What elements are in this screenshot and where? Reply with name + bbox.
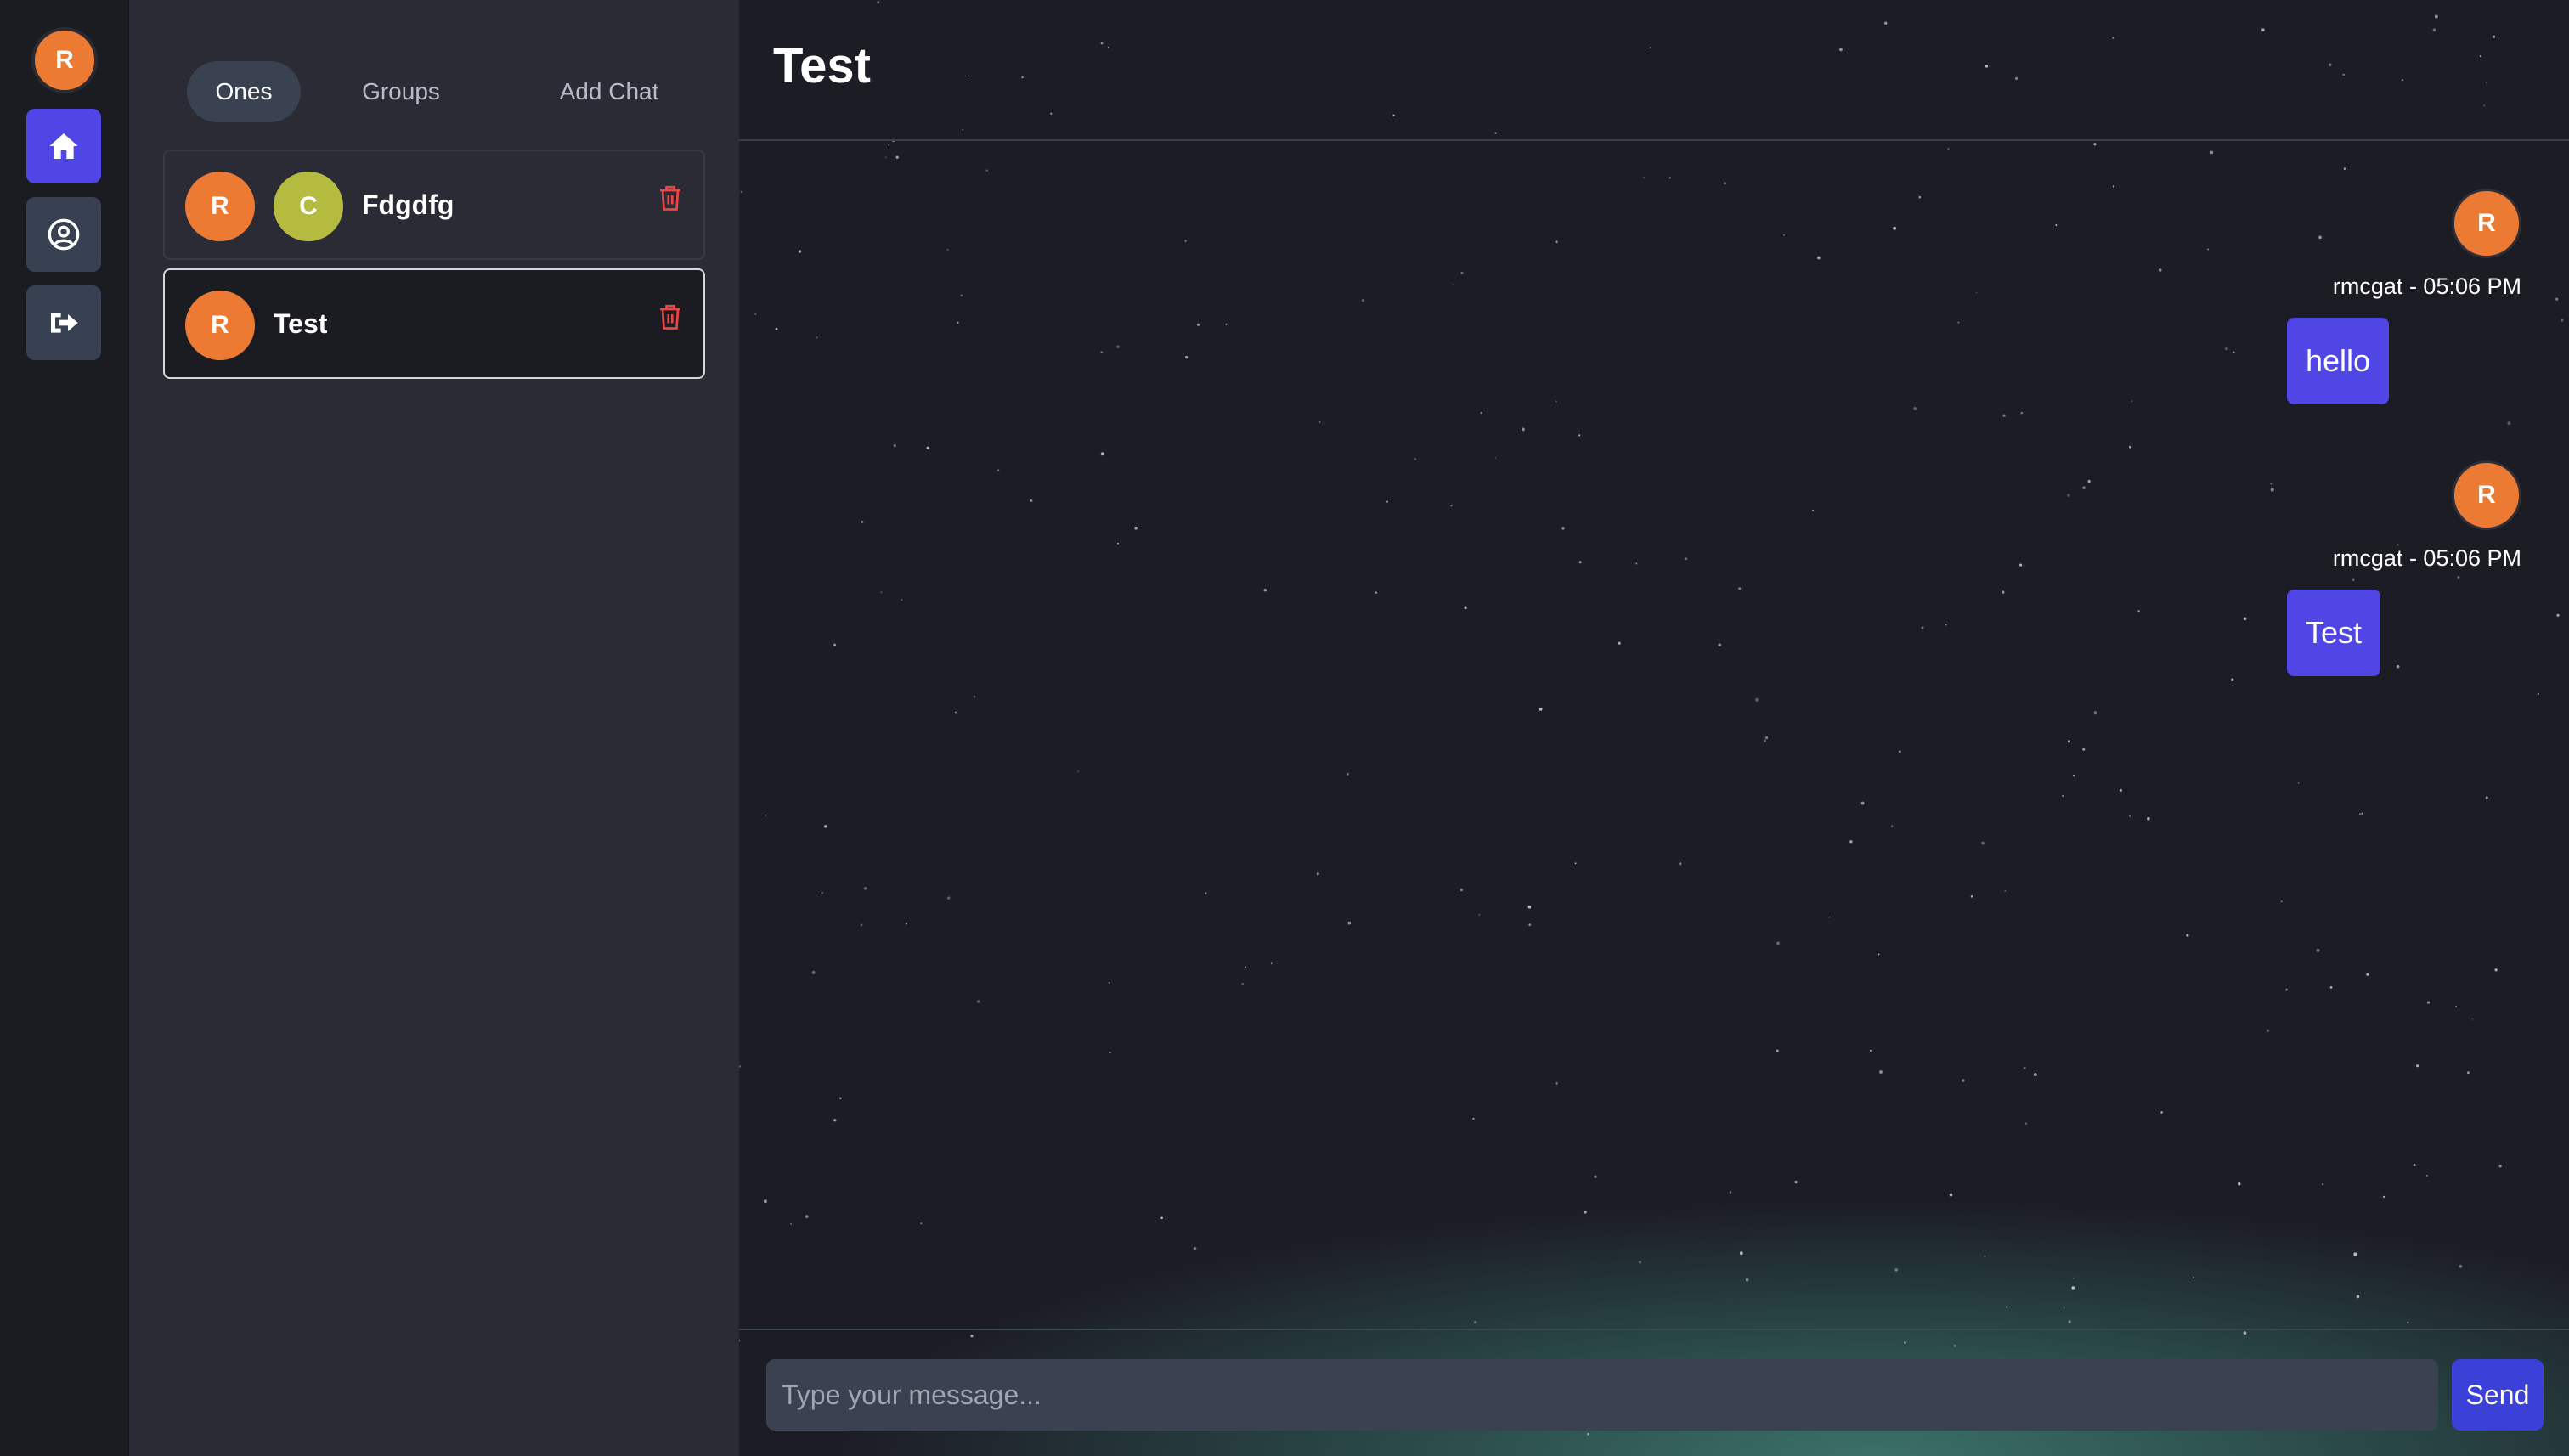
message-bubble: Test xyxy=(2287,590,2381,676)
home-icon xyxy=(49,133,78,159)
nav-rail: R xyxy=(0,0,129,1456)
chat-avatar: R xyxy=(185,291,255,360)
current-user-avatar[interactable]: R xyxy=(31,27,98,93)
profile-button[interactable] xyxy=(26,197,101,272)
message-composer: Send xyxy=(739,1329,2569,1456)
user-circle-icon xyxy=(48,218,80,251)
conversation-header: Test xyxy=(739,0,2569,141)
home-button[interactable] xyxy=(26,109,101,183)
message-meta: rmcgat - 05:06 PM xyxy=(2332,545,2521,571)
tab-ones[interactable]: Ones xyxy=(187,61,301,122)
chat-name: Fdgdfg xyxy=(362,189,455,220)
tab-add-chat[interactable]: Add Chat xyxy=(528,61,690,122)
starfield-background xyxy=(739,1,2564,1436)
trash-icon[interactable] xyxy=(658,183,683,212)
chat-list-panel: Ones Groups Add Chat R C Fdgdfg R Test xyxy=(129,0,739,1456)
trash-icon[interactable] xyxy=(658,302,683,331)
tab-groups[interactable]: Groups xyxy=(342,61,460,122)
conversation-panel: Test R rmcgat - 05:06 PM hello R rmcgat … xyxy=(739,0,2569,1456)
message-bubble: hello xyxy=(2287,318,2390,404)
logout-icon xyxy=(51,313,78,333)
chat-tabs: Ones Groups Add Chat xyxy=(129,61,739,122)
message-input[interactable] xyxy=(766,1359,2438,1431)
message-avatar: R xyxy=(2452,460,2521,530)
send-button[interactable]: Send xyxy=(2452,1359,2544,1431)
chat-name: Test xyxy=(274,308,328,339)
chat-avatar: C xyxy=(274,172,343,241)
chat-item-fdgdfg[interactable]: R C Fdgdfg xyxy=(163,150,705,260)
chat-item-test[interactable]: R Test xyxy=(163,268,705,379)
chat-avatar: R xyxy=(185,172,255,241)
message-avatar: R xyxy=(2452,189,2521,258)
conversation-title: Test xyxy=(773,38,871,93)
logout-button[interactable] xyxy=(26,285,101,360)
message-meta: rmcgat - 05:06 PM xyxy=(2332,274,2521,299)
chat-app: R Ones Groups Add Chat R C Fdgdfg R Test… xyxy=(0,0,2569,1456)
